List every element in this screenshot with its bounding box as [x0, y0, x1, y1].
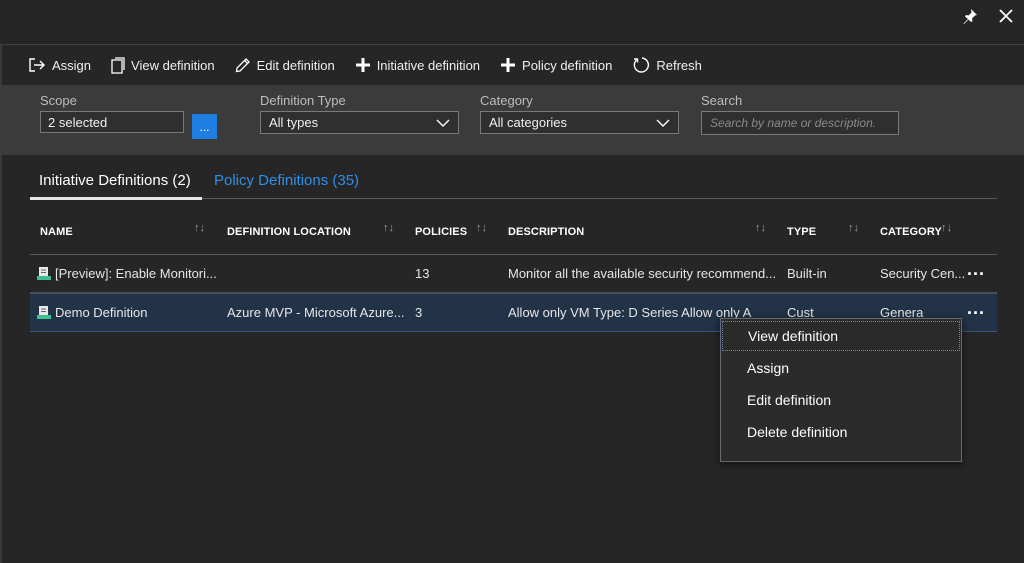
window-controls: [960, 6, 1016, 26]
scope-picker-button[interactable]: ...: [192, 114, 217, 139]
table-header: NAME ↑↓ DEFINITION LOCATION ↑↓ POLICIES …: [30, 212, 997, 255]
scope-input[interactable]: 2 selected: [40, 111, 184, 133]
plus-icon: [501, 58, 516, 72]
policy-definition-label: Policy definition: [522, 57, 613, 73]
category-value: All categories: [489, 115, 568, 130]
view-definition-label: View definition: [131, 57, 215, 73]
definitions-table: NAME ↑↓ DEFINITION LOCATION ↑↓ POLICIES …: [30, 212, 997, 332]
chevron-down-icon: [436, 119, 450, 127]
sort-icon[interactable]: ↑↓: [848, 222, 859, 234]
search-input[interactable]: [701, 111, 899, 135]
tab-initiative-definitions[interactable]: Initiative Definitions (2): [39, 172, 191, 189]
definition-tabs: Initiative Definitions (2) Policy Defini…: [30, 170, 997, 200]
column-header-policies[interactable]: POLICIES: [415, 226, 467, 238]
column-header-type[interactable]: TYPE: [787, 226, 816, 238]
initiative-definition-button[interactable]: Initiative definition: [355, 57, 480, 73]
category-filter: Category All categories: [480, 93, 679, 134]
initiative-definition-label: Initiative definition: [376, 57, 481, 73]
menu-item-assign[interactable]: Assign: [721, 353, 961, 383]
tab-policy-definitions[interactable]: Policy Definitions (35): [214, 172, 359, 189]
row-name[interactable]: Demo Definition: [55, 305, 220, 320]
scope-label: Scope: [40, 93, 77, 108]
row-more-button[interactable]: ...: [967, 298, 985, 319]
row-description: Monitor all the available security recom…: [508, 266, 777, 281]
policy-definition-button[interactable]: Policy definition: [500, 57, 612, 73]
column-header-name[interactable]: NAME: [40, 226, 73, 238]
edit-definition-button[interactable]: Edit definition: [235, 57, 335, 73]
column-header-category[interactable]: CATEGORY: [880, 226, 942, 238]
column-header-description[interactable]: DESCRIPTION: [508, 226, 584, 238]
document-icon: [111, 56, 125, 74]
row-more-button[interactable]: ...: [967, 259, 985, 280]
assign-label: Assign: [52, 57, 92, 73]
refresh-label: Refresh: [656, 57, 702, 73]
assign-button[interactable]: Assign: [28, 57, 91, 73]
view-definition-button[interactable]: View definition: [111, 56, 215, 74]
assign-icon: [29, 58, 45, 72]
menu-item-edit-definition[interactable]: Edit definition: [721, 385, 961, 415]
row-location: Azure MVP - Microsoft Azure...: [227, 305, 405, 320]
plus-icon: [355, 58, 370, 72]
refresh-button[interactable]: Refresh: [632, 56, 702, 74]
menu-item-delete-definition[interactable]: Delete definition: [721, 417, 961, 447]
initiative-definition-icon: [37, 267, 51, 280]
initiative-definition-icon: [37, 306, 51, 319]
scope-filter: Scope 2 selected ...: [40, 93, 217, 139]
definition-type-select[interactable]: All types: [260, 111, 459, 134]
menu-item-view-definition[interactable]: View definition: [722, 321, 960, 351]
table-row[interactable]: [Preview]: Enable Monitori... 13 Monitor…: [30, 255, 997, 293]
category-select[interactable]: All categories: [480, 111, 679, 134]
command-toolbar: Assign View definition Edit definition I…: [0, 44, 1024, 85]
filter-bar: Scope 2 selected ... Definition Type All…: [0, 85, 1024, 155]
search-filter: Search: [701, 93, 899, 135]
pin-icon[interactable]: [960, 6, 980, 26]
sort-icon[interactable]: ↑↓: [383, 222, 394, 234]
definition-type-value: All types: [269, 115, 319, 130]
refresh-icon: [634, 57, 650, 73]
row-context-menu: View definition Assign Edit definition D…: [720, 318, 962, 462]
row-policies: 13: [415, 266, 430, 281]
chevron-down-icon: [656, 119, 670, 127]
sort-icon[interactable]: ↑↓: [194, 222, 205, 234]
row-policies: 3: [415, 305, 423, 320]
sort-icon[interactable]: ↑↓: [755, 222, 766, 234]
row-category: Security Cen...: [880, 266, 965, 281]
close-icon[interactable]: [996, 6, 1016, 26]
row-name[interactable]: [Preview]: Enable Monitori...: [55, 266, 220, 281]
row-type: Built-in: [787, 266, 827, 281]
sort-icon[interactable]: ↑↓: [941, 222, 952, 234]
search-label: Search: [701, 93, 743, 108]
edit-definition-label: Edit definition: [256, 57, 335, 73]
column-header-location[interactable]: DEFINITION LOCATION: [227, 226, 351, 238]
sort-icon[interactable]: ↑↓: [476, 222, 487, 234]
definition-type-label: Definition Type: [260, 93, 346, 108]
pencil-icon: [235, 58, 250, 73]
definition-type-filter: Definition Type All types: [260, 93, 459, 134]
active-tab-indicator: [30, 197, 202, 200]
category-label: Category: [480, 93, 533, 108]
